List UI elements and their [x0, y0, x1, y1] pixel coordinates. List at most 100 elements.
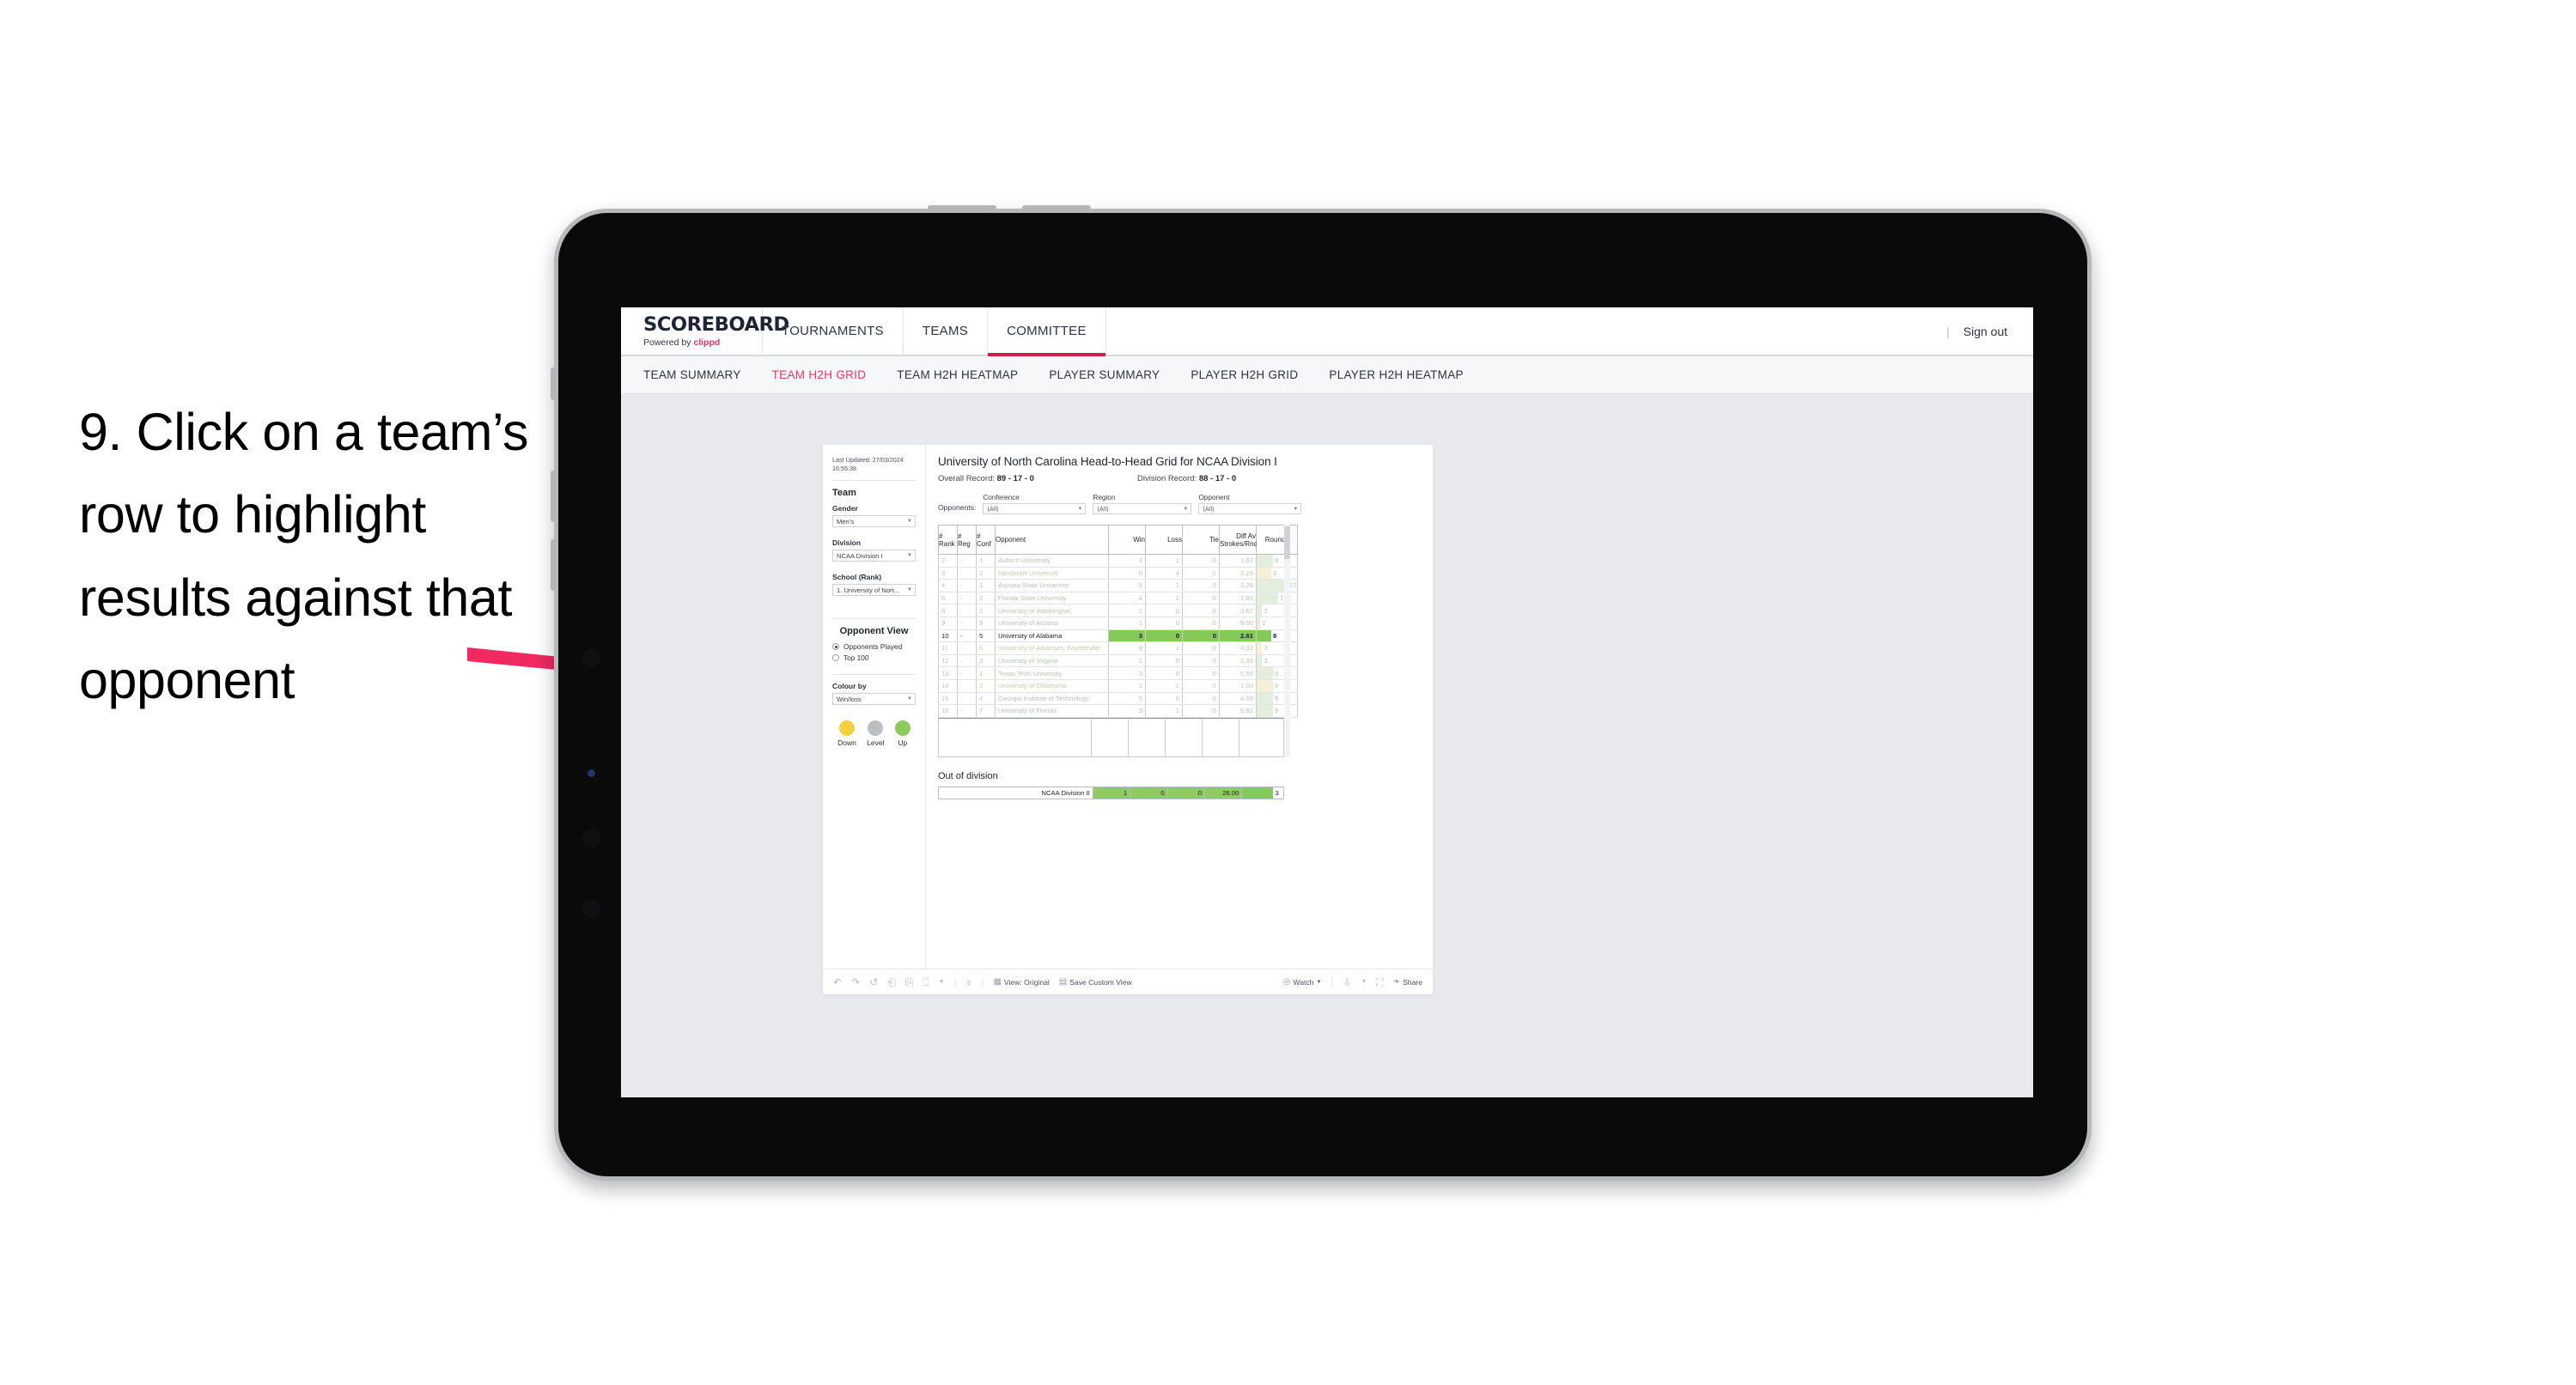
fullscreen-icon[interactable]: ⛶ [1376, 977, 1383, 987]
rounds-bar [1257, 580, 1288, 592]
refresh-data-icon[interactable]: ⎗ [887, 977, 896, 987]
table-scrollbar-track[interactable] [1284, 525, 1290, 757]
cell-tie: 0 [1182, 604, 1220, 617]
col-header-win[interactable]: Win [1108, 525, 1146, 555]
chevron-down-icon[interactable]: ▼ [939, 979, 945, 985]
radio-top-100[interactable]: Top 100 [832, 653, 916, 662]
region-label: Region [1093, 494, 1116, 501]
cell-loss-value: 2 [1175, 682, 1179, 690]
redo-icon[interactable]: ↷ [851, 977, 860, 987]
view-data-icon[interactable]: ⌽ [965, 977, 971, 987]
col-header-rank[interactable]: # Rank [938, 525, 958, 555]
opponent-filter-row: Opponents: Conference (All) ▼ Region (Al [938, 494, 1419, 514]
school-rank-select[interactable]: 1. University of Nort... ▼ [832, 584, 916, 597]
gender-select[interactable]: Men’s ▼ [832, 515, 916, 528]
undo-icon[interactable]: ↶ [833, 977, 842, 987]
table-row[interactable]: 3-2 Vanderbilt University 0 4 0 -2.29 8 [938, 567, 1298, 580]
out-of-division-row[interactable]: NCAA Division II 1 0 0 26.00 3 [938, 786, 1284, 800]
table-row[interactable]: 2-1 Auburn University 2 1 0 1.67 9 [938, 554, 1298, 568]
table-row[interactable]: 8-2 University of Washington 1 0 0 3.67 3 [938, 604, 1298, 617]
cell-loss-value: 4 [1175, 568, 1179, 577]
cell-win: 0 [1108, 567, 1146, 580]
tablet-device-frame: SCOREBOARD Powered by clippd TOURNAMENTS… [551, 205, 2092, 1181]
col-header-conf[interactable]: # Conf [976, 525, 996, 555]
view-original-button[interactable]: ▦ View: Original [993, 977, 1049, 987]
col-header-opponent[interactable]: Opponent [995, 525, 1109, 555]
volume-down-button[interactable] [551, 539, 556, 591]
cell-rank: 4 [938, 579, 958, 592]
table-row[interactable]: 11-6 University of Arkansas, Fayetteville… [938, 641, 1298, 655]
save-custom-view-button[interactable]: ▤ Save Custom View [1059, 977, 1132, 987]
table-row[interactable]: 14-2 University of Oklahoma 1 2 0 -1.00 9 [938, 679, 1298, 693]
table-row[interactable]: 16-7 University of Florida 3 1 0 6.62 9 [938, 704, 1298, 718]
cell-win-value: 2 [1138, 556, 1142, 565]
nav-tab-committee[interactable]: COMMITTEE [988, 307, 1106, 356]
volume-up-button[interactable] [551, 471, 556, 522]
conference-select[interactable]: (All) ▼ [983, 503, 1087, 514]
viz-body: Last Updated: 27/03/2024 16:55:38 Team G… [823, 445, 1433, 969]
colour-by-select[interactable]: Win/loss ▼ [832, 693, 916, 706]
cell-rank: 9 [938, 617, 958, 630]
col-header-rounds[interactable]: Rounds [1256, 525, 1298, 555]
cell-tie-value: 0 [1212, 707, 1216, 715]
rounds-value: 9 [1275, 694, 1279, 702]
sub-tab-player-h2h-grid[interactable]: PLAYER H2H GRID [1191, 368, 1298, 381]
cell-diff-value: -2.29 [1238, 568, 1253, 577]
cell-rounds: 9 [1256, 679, 1298, 693]
cell-win: 1 [1108, 604, 1146, 617]
table-row[interactable]: 12-3 University of Virginia 1 0 0 2.33 3 [938, 654, 1298, 668]
table-row[interactable]: 10-5 University of Alabama 3 0 0 2.61 8 [938, 629, 1298, 643]
region-select[interactable]: (All) ▼ [1093, 503, 1192, 514]
power-button[interactable] [551, 368, 556, 400]
radio-opponents-played[interactable]: Opponents Played [832, 642, 916, 651]
col-header-diff[interactable]: Diff Av Strokes/Rnd [1219, 525, 1258, 555]
cell-win-value: 1 [1138, 682, 1142, 690]
chevron-down-icon[interactable]: ▼ [1361, 979, 1367, 985]
cell-opponent: University of Alabama [995, 629, 1109, 643]
sign-out-link[interactable]: Sign out [1964, 325, 2007, 338]
cell-loss-value: 0 [1175, 631, 1179, 640]
view-icon: ▦ [993, 977, 1002, 987]
sub-tab-team-summary[interactable]: TEAM SUMMARY [643, 368, 741, 381]
alerts-icon[interactable]: ⎕ [923, 977, 929, 987]
cell-diff-value: -1.00 [1238, 682, 1253, 690]
out-of-division-table: NCAA Division II 1 0 0 26.00 3 [938, 786, 1284, 800]
sub-tab-team-h2h-grid[interactable]: TEAM H2H GRID [772, 368, 867, 381]
col-header-loss[interactable]: Loss [1145, 525, 1183, 555]
cell-rounds: 8 [1256, 567, 1298, 580]
table-row[interactable]: 6-2Florida State University4201.8312 [938, 592, 1298, 605]
nav-tab-teams[interactable]: TEAMS [904, 307, 989, 355]
sub-tab-player-summary[interactable]: PLAYER SUMMARY [1049, 368, 1160, 381]
sub-tab-team-h2h-heatmap[interactable]: TEAM H2H HEATMAP [897, 368, 1018, 381]
cell-reg: - [957, 666, 977, 680]
table-row[interactable]: 15-4 Georgia Institute of Technology 5 0 0 4.… [938, 692, 1298, 706]
rounds-value: 9 [1275, 682, 1279, 690]
table-row[interactable]: 4-1 Arizona State University 5 1 0 2.28 17 [938, 579, 1298, 592]
chevron-down-icon: ▼ [1316, 979, 1322, 985]
cell-diff: 4.50 [1219, 692, 1257, 706]
revert-icon[interactable]: ↺ [869, 977, 878, 987]
brand-logo[interactable]: SCOREBOARD Powered by clippd [621, 307, 789, 355]
legend-swatch-level-icon [868, 720, 884, 737]
cell-diff: 9.00 [1219, 617, 1257, 630]
pause-updates-icon[interactable]: ⎘ [905, 977, 914, 987]
table-row[interactable]: 13-1 Texas Tech University 3 0 0 5.56 9 [938, 666, 1298, 680]
out-of-division-title: Out of division [938, 770, 998, 781]
cell-loss: 1 [1145, 641, 1183, 655]
col-header-tie[interactable]: Tie [1182, 525, 1220, 555]
col-header-reg[interactable]: # Reg [957, 525, 977, 555]
table-row[interactable]: 9-3 University of Arizona 1 0 0 9.00 2 [938, 617, 1298, 630]
cell-rounds: 9 [1256, 554, 1298, 568]
nav-tab-tournaments[interactable]: TOURNAMENTS [763, 307, 904, 355]
legend-label-level: Level [867, 738, 885, 748]
watch-button[interactable]: ◎ Watch ▼ [1283, 977, 1322, 987]
opponent-select[interactable]: (All) ▼ [1198, 503, 1302, 514]
sub-tab-player-h2h-heatmap[interactable]: PLAYER H2H HEATMAP [1329, 368, 1463, 381]
download-icon[interactable]: ⇩ [1343, 977, 1351, 987]
division-select[interactable]: NCAA Division I ▼ [832, 550, 916, 562]
table-scrollbar-thumb[interactable] [1284, 526, 1290, 559]
share-button[interactable]: ❧ Share [1393, 977, 1422, 987]
cell-loss-value: 0 [1175, 669, 1179, 677]
cell-conf: 1 [976, 666, 996, 680]
save-view-icon: ▤ [1058, 977, 1068, 987]
